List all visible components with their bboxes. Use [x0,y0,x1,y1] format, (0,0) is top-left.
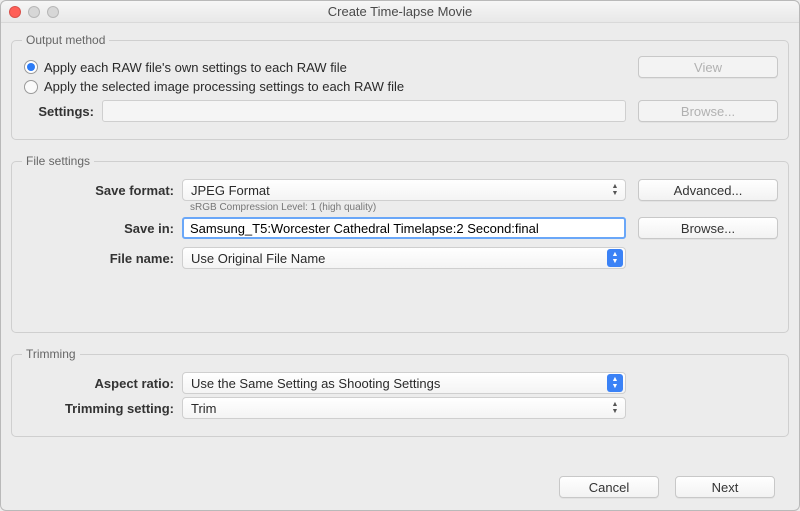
settings-input-field [109,103,619,120]
trimming-setting-value: Trim [191,401,607,416]
content-area: Output method Apply each RAW file's own … [1,23,799,510]
save-format-help: sRGB Compression Level: 1 (high quality) [190,202,778,213]
trimming-legend: Trimming [22,347,80,361]
radio-row-selected-settings[interactable]: Apply the selected image processing sett… [22,79,778,94]
chevron-updown-icon: ▲▼ [607,249,623,267]
radio-selected-settings-label: Apply the selected image processing sett… [44,79,404,94]
trimming-setting-select[interactable]: Trim ▲▼ [182,397,626,419]
trimming-group: Trimming Aspect ratio: Use the Same Sett… [11,347,789,437]
titlebar: Create Time-lapse Movie [1,1,799,23]
window-title: Create Time-lapse Movie [1,4,799,19]
save-in-input-field[interactable] [188,220,620,237]
chevron-updown-icon: ▲▼ [607,374,623,392]
file-settings-group: File settings Save format: JPEG Format ▲… [11,154,789,333]
settings-browse-button: Browse... [638,100,778,122]
settings-label: Settings: [22,104,102,119]
next-button[interactable]: Next [675,476,775,498]
view-button: View [638,56,778,78]
trimming-setting-label: Trimming setting: [22,401,182,416]
save-in-input[interactable] [182,217,626,239]
file-name-value: Use Original File Name [191,251,607,266]
window: Create Time-lapse Movie Output method Ap… [0,0,800,511]
save-format-select[interactable]: JPEG Format ▲▼ [182,179,626,201]
aspect-ratio-value: Use the Same Setting as Shooting Setting… [191,376,607,391]
settings-input [102,100,626,122]
save-format-label: Save format: [22,183,182,198]
chevron-updown-icon: ▲▼ [607,181,623,199]
aspect-ratio-select[interactable]: Use the Same Setting as Shooting Setting… [182,372,626,394]
file-name-label: File name: [22,251,182,266]
file-name-select[interactable]: Use Original File Name ▲▼ [182,247,626,269]
footer: Cancel Next [11,466,789,510]
save-in-label: Save in: [22,221,182,236]
radio-selected-settings[interactable] [24,80,38,94]
save-format-value: JPEG Format [191,183,607,198]
radio-own-settings[interactable] [24,60,38,74]
aspect-ratio-label: Aspect ratio: [22,376,182,391]
output-method-group: Output method Apply each RAW file's own … [11,33,789,140]
cancel-button[interactable]: Cancel [559,476,659,498]
chevron-updown-icon: ▲▼ [607,399,623,417]
radio-row-own-settings[interactable]: Apply each RAW file's own settings to ea… [22,56,778,78]
file-settings-legend: File settings [22,154,94,168]
advanced-button[interactable]: Advanced... [638,179,778,201]
save-in-browse-button[interactable]: Browse... [638,217,778,239]
radio-own-settings-label: Apply each RAW file's own settings to ea… [44,60,347,75]
output-method-legend: Output method [22,33,109,47]
